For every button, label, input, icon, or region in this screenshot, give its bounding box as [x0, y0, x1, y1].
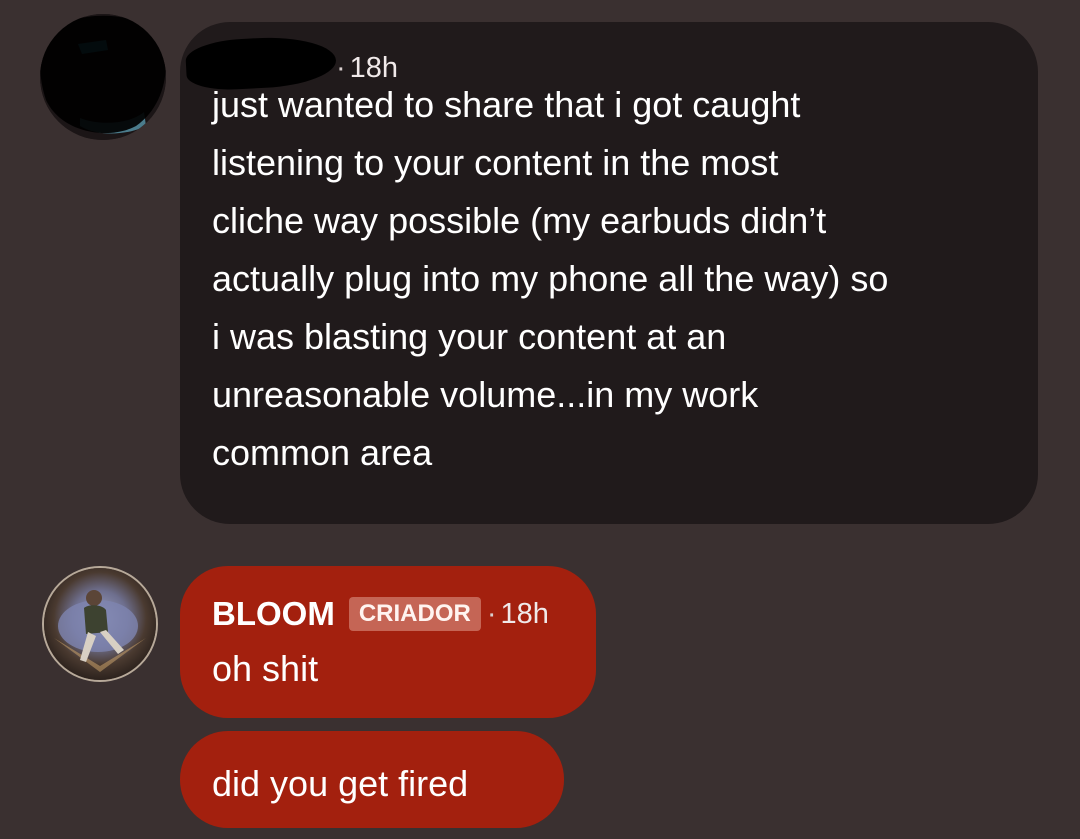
reply-message-text: oh shit	[212, 648, 319, 689]
first-message-line: cliche way possible (my earbuds didn’t	[212, 200, 827, 241]
bloom-reply-bubble[interactable]: BLOOM CRIADOR · 18h oh shit	[180, 566, 596, 718]
first-message-line: listening to your content in the most	[212, 142, 779, 183]
first-message-line: common area	[212, 432, 433, 473]
time-separator: ·	[336, 52, 346, 84]
first-message-time: · 18h	[330, 52, 398, 85]
first-message-bubble[interactable]: just wanted to share that i got caught l…	[180, 22, 1038, 524]
first-message-line: actually plug into my phone all the way)…	[212, 258, 889, 299]
bloom-second-reply-bubble[interactable]: did you get fired	[180, 731, 564, 828]
author-name[interactable]: BLOOM	[212, 594, 335, 634]
second-reply-message-text: did you get fired	[212, 763, 469, 804]
creator-photo-icon	[44, 568, 156, 680]
bloom-avatar[interactable]	[42, 566, 158, 682]
reply-time: 18h	[500, 598, 549, 630]
first-message-line: unreasonable volume...in my work	[212, 374, 759, 415]
redacted-avatar-icon	[40, 14, 166, 140]
sender-avatar[interactable]	[40, 14, 166, 140]
creator-badge: CRIADOR	[348, 597, 481, 631]
first-message-time-value: 18h	[349, 52, 399, 84]
first-message-text: just wanted to share that i got caught l…	[212, 76, 1008, 482]
first-message-line: i was blasting your content at an	[212, 316, 727, 357]
time-separator: ·	[486, 598, 497, 630]
reply-header: BLOOM CRIADOR · 18h	[212, 594, 566, 634]
